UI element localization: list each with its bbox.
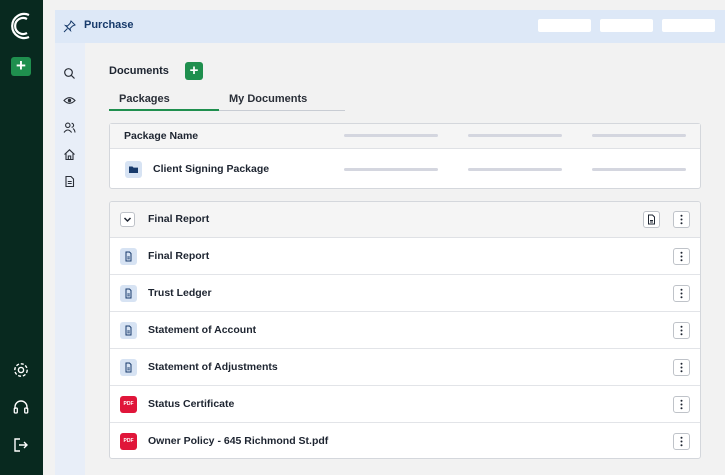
packages-table-header: Package Name [110,124,700,149]
document-icon [120,322,137,339]
row-more-button[interactable] [673,433,690,450]
folder-icon [125,161,142,178]
row-more-button[interactable] [673,396,690,413]
group-title: Final Report [148,213,210,225]
headset-icon[interactable] [12,398,30,416]
kebab-menu-icon [680,251,683,262]
row-more-button[interactable] [673,359,690,376]
add-icon[interactable]: + [11,57,31,76]
group-more-button[interactable] [673,211,690,228]
list-item[interactable]: PDF Owner Policy - 645 Richmond St.pdf [110,423,700,458]
top-header: Purchase [55,10,725,43]
row-more-button[interactable] [673,285,690,302]
document-icon[interactable] [63,175,76,188]
page-title: Purchase [84,19,134,31]
column-header-package-name[interactable]: Package Name [124,130,198,142]
document-group: Final Report Final Report Trust Ledger S… [109,201,701,459]
users-icon[interactable] [63,121,76,134]
list-item[interactable]: PDF Status Certificate [110,386,700,423]
header-action-button-2[interactable] [600,19,653,32]
chevron-down-icon [123,217,132,223]
document-group-header: Final Report [110,202,700,238]
kebab-menu-icon [680,325,683,336]
eye-icon[interactable] [63,94,76,107]
documents-heading: Documents [109,65,169,77]
collapse-button[interactable] [120,212,135,227]
header-action-button-3[interactable] [662,19,715,32]
left-rail: + [0,0,43,475]
list-item[interactable]: Final Report [110,238,700,275]
pin-icon[interactable] [63,20,76,33]
active-tab-indicator [109,109,219,111]
list-item[interactable]: Trust Ledger [110,275,700,312]
kebab-menu-icon [680,362,683,373]
app-logo[interactable] [9,10,35,42]
column-header-placeholder [592,134,686,137]
document-name: Final Report [148,250,210,262]
list-item[interactable]: Statement of Account [110,312,700,349]
tab-packages[interactable]: Packages [119,93,170,105]
kebab-menu-icon [680,436,683,447]
pdf-icon: PDF [120,433,137,450]
document-name: Statement of Account [148,324,257,336]
document-icon [120,285,137,302]
column-header-placeholder [344,134,438,137]
document-name: Owner Policy - 645 Richmond St.pdf [148,435,329,447]
cell-placeholder [468,168,562,171]
secondary-sidebar [55,43,85,475]
document-tabs: Packages My Documents [109,90,345,111]
header-action-button-1[interactable] [538,19,591,32]
settings-icon[interactable] [12,361,30,379]
kebab-menu-icon [680,288,683,299]
document-icon [648,214,655,225]
kebab-menu-icon [680,399,683,410]
logout-icon[interactable] [12,436,30,454]
kebab-menu-icon [680,214,683,225]
main-content: Documents + Packages My Documents Packag… [85,43,725,475]
row-more-button[interactable] [673,322,690,339]
column-header-placeholder [468,134,562,137]
home-icon[interactable] [63,148,76,161]
document-name: Trust Ledger [148,287,212,299]
group-document-button[interactable] [643,211,660,228]
document-name: Statement of Adjustments [148,361,278,373]
add-document-button[interactable]: + [185,62,203,80]
cell-placeholder [344,168,438,171]
list-item[interactable]: Statement of Adjustments [110,349,700,386]
search-icon[interactable] [63,67,76,80]
package-name: Client Signing Package [153,163,270,175]
cell-placeholder [592,168,686,171]
document-icon [120,359,137,376]
document-name: Status Certificate [148,398,235,410]
document-icon [120,248,137,265]
row-more-button[interactable] [673,248,690,265]
tab-my-documents[interactable]: My Documents [229,93,307,105]
packages-table: Package Name Client Signing Package [109,123,701,189]
pdf-icon: PDF [120,396,137,413]
